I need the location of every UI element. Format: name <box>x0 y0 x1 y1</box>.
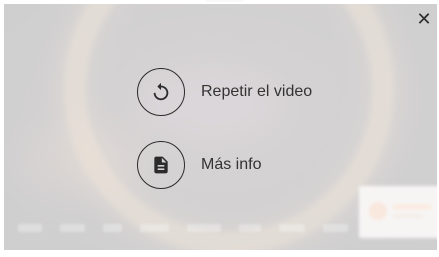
document-icon[interactable] <box>137 141 185 189</box>
more-info-label[interactable]: Más info <box>201 156 261 174</box>
replay-icon[interactable] <box>137 68 185 116</box>
more-info-button[interactable]: Más info <box>137 141 261 189</box>
replay-button[interactable]: Repetir el video <box>137 68 312 116</box>
end-screen-overlay: ✕ Repetir el video Más info <box>0 0 439 257</box>
replay-label[interactable]: Repetir el video <box>201 83 312 101</box>
close-icon[interactable]: ✕ <box>415 10 433 28</box>
video-player: ✕ Repetir el video Más info <box>0 0 439 257</box>
